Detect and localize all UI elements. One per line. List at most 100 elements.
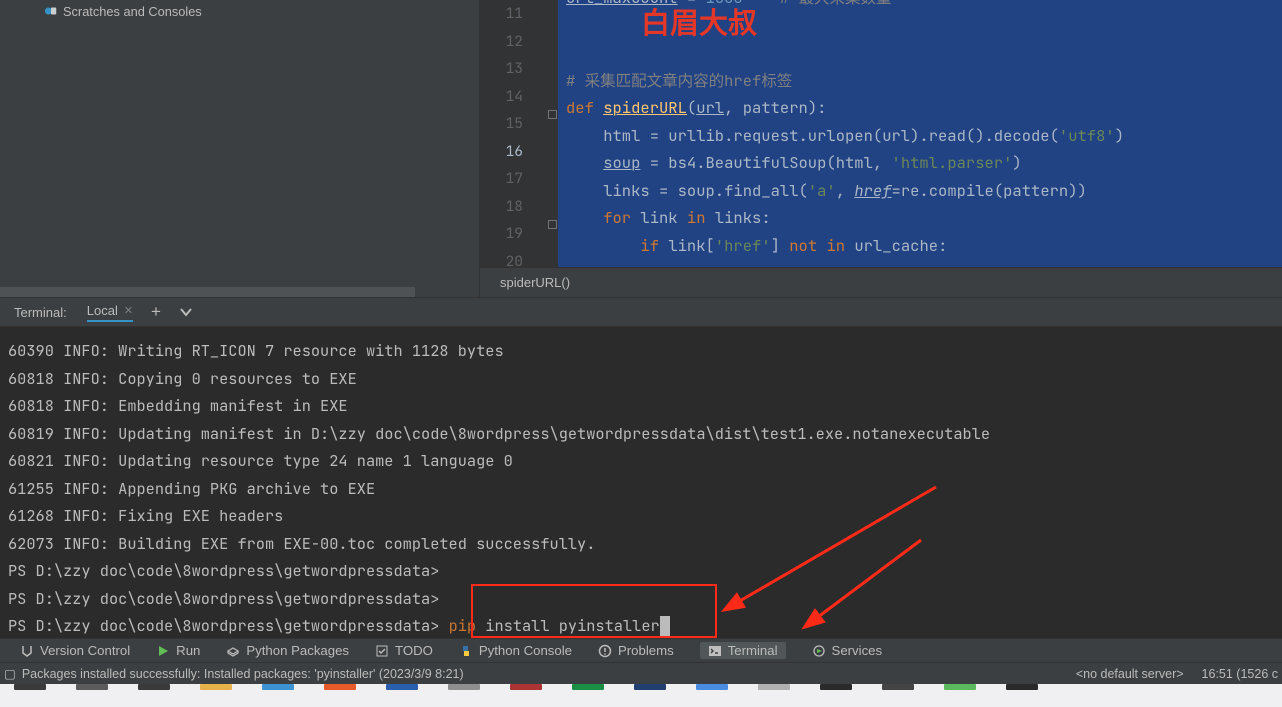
chevron-down-icon[interactable]	[179, 305, 193, 319]
terminal-line: 61268 INFO: Fixing EXE headers	[8, 502, 1274, 530]
taskbar-item[interactable]	[262, 684, 294, 690]
tool-label: Python Packages	[246, 643, 349, 658]
terminal-icon	[708, 644, 722, 658]
terminal-line: 60390 INFO: Writing RT_ICON 7 resource w…	[8, 337, 1274, 365]
tool-python-packages[interactable]: Python Packages	[226, 643, 349, 658]
tool-label: Run	[176, 643, 200, 658]
gutter-line-number: 13	[480, 55, 558, 83]
os-taskbar[interactable]	[0, 684, 1282, 707]
taskbar-item[interactable]	[448, 684, 480, 690]
scratches-icon	[44, 4, 58, 18]
code-line[interactable]: url_maxCount = 1000 # 最大采集数量	[558, 0, 1282, 12]
terminal-line: 62073 INFO: Building EXE from EXE-00.toc…	[8, 530, 1274, 558]
terminal-output[interactable]: 60390 INFO: Writing RT_ICON 7 resource w…	[0, 327, 1282, 638]
close-icon[interactable]: ✕	[124, 304, 133, 317]
sidebar-item-label: Scratches and Consoles	[63, 4, 202, 19]
tool-python-console[interactable]: Python Console	[459, 643, 572, 658]
code-line[interactable]: # 采集匹配文章内容的href标签	[558, 67, 1282, 95]
tool-label: Problems	[618, 643, 674, 658]
services-icon	[812, 644, 826, 658]
taskbar-item[interactable]	[572, 684, 604, 690]
terminal-line: PS D:\zzy doc\code\8wordpress\getwordpre…	[8, 585, 1274, 613]
tool-window-bar[interactable]: Version Control Run Python Packages TODO…	[0, 638, 1282, 662]
tool-label: Terminal	[728, 643, 778, 658]
tool-problems[interactable]: Problems	[598, 643, 674, 658]
editor-selection-area[interactable]: url_maxCount = 1000 # 最大采集数量 # 采集匹配文章内容的…	[558, 0, 1282, 267]
status-message: Packages installed successfully: Install…	[22, 667, 464, 681]
status-bar[interactable]: ▢ Packages installed successfully: Insta…	[0, 662, 1282, 684]
play-icon	[156, 644, 170, 658]
terminal-line: 60818 INFO: Copying 0 resources to EXE	[8, 365, 1274, 393]
terminal-line: 60818 INFO: Embedding manifest in EXE	[8, 392, 1274, 420]
gutter-line-number: 11	[480, 0, 558, 28]
taskbar-item[interactable]	[944, 684, 976, 690]
gutter-line-number: 18	[480, 193, 558, 221]
taskbar-item[interactable]	[200, 684, 232, 690]
tool-version-control[interactable]: Version Control	[20, 643, 130, 658]
code-line[interactable]: for link in links:	[558, 204, 1282, 232]
code-line[interactable]: soup = bs4.BeautifulSoup(html, 'html.par…	[558, 149, 1282, 177]
taskbar-item[interactable]	[76, 684, 108, 690]
tool-label: Version Control	[40, 643, 130, 658]
code-line[interactable]: links = soup.find_all('a', href=re.compi…	[558, 177, 1282, 205]
breadcrumb[interactable]: spiderURL()	[480, 267, 1282, 297]
sidebar-scrollbar-thumb[interactable]	[0, 287, 415, 297]
taskbar-item[interactable]	[14, 684, 46, 690]
taskbar-item[interactable]	[510, 684, 542, 690]
taskbar-item[interactable]	[820, 684, 852, 690]
code-line[interactable]	[558, 39, 1282, 67]
terminal-panel[interactable]: Terminal: Local ✕ + 60390 INFO: Writing …	[0, 297, 1282, 638]
terminal-title: Terminal:	[14, 305, 67, 320]
gutter-line-number: 12	[480, 28, 558, 56]
fold-minus-icon[interactable]	[548, 220, 557, 229]
gutter-line-number: 14	[480, 83, 558, 111]
terminal-tab-local[interactable]: Local ✕	[87, 303, 133, 322]
taskbar-item[interactable]	[324, 684, 356, 690]
tool-services[interactable]: Services	[812, 643, 883, 658]
tool-todo[interactable]: TODO	[375, 643, 433, 658]
add-terminal-button[interactable]: +	[151, 302, 161, 322]
taskbar-item[interactable]	[634, 684, 666, 690]
gutter-line-number: 17	[480, 165, 558, 193]
tool-label: TODO	[395, 643, 433, 658]
taskbar-item[interactable]	[696, 684, 728, 690]
sidebar-item-scratches[interactable]: Scratches and Consoles	[0, 2, 479, 20]
taskbar-item[interactable]	[386, 684, 418, 690]
terminal-tab-label: Local	[87, 303, 118, 318]
code-line[interactable]: html = urllib.request.urlopen(url).read(…	[558, 122, 1282, 150]
code-line[interactable]: if link['href'] not in url_cache:	[558, 232, 1282, 260]
editor-gutter: 11 12 13 14 15 16 17 18 19 20	[480, 0, 558, 267]
terminal-line: 61255 INFO: Appending PKG archive to EXE	[8, 475, 1274, 503]
breadcrumb-item[interactable]: spiderURL()	[500, 275, 570, 290]
python-icon	[459, 644, 473, 658]
problems-icon	[598, 644, 612, 658]
tool-terminal[interactable]: Terminal	[700, 642, 786, 659]
gutter-line-number: 19	[480, 220, 558, 248]
taskbar-item[interactable]	[882, 684, 914, 690]
terminal-tab-bar[interactable]: Terminal: Local ✕ +	[0, 297, 1282, 327]
taskbar-item[interactable]	[758, 684, 790, 690]
tool-label: Services	[832, 643, 883, 658]
code-line[interactable]	[558, 12, 1282, 40]
terminal-input-line[interactable]: PS D:\zzy doc\code\8wordpress\getwordpre…	[8, 612, 1274, 638]
vcs-icon	[20, 644, 34, 658]
code-line[interactable]: def spiderURL(url, pattern):	[558, 94, 1282, 122]
terminal-line: 60821 INFO: Updating resource type 24 na…	[8, 447, 1274, 475]
todo-icon	[375, 644, 389, 658]
taskbar-item[interactable]	[1006, 684, 1038, 690]
tool-label: Python Console	[479, 643, 572, 658]
gutter-line-number: 15	[480, 110, 558, 138]
status-caret-position[interactable]: 16:51 (1526 c	[1202, 667, 1278, 681]
terminal-line: 60819 INFO: Updating manifest in D:\zzy …	[8, 420, 1274, 448]
terminal-caret	[660, 616, 670, 636]
tool-run[interactable]: Run	[156, 643, 200, 658]
terminal-line: PS D:\zzy doc\code\8wordpress\getwordpre…	[8, 557, 1274, 585]
sidebar-horizontal-scrollbar[interactable]	[0, 287, 479, 297]
sidebar-panel[interactable]: Scratches and Consoles	[0, 0, 480, 297]
gutter-line-number-current: 16	[480, 138, 558, 166]
status-server[interactable]: <no default server>	[1076, 667, 1184, 681]
fold-minus-icon[interactable]	[548, 110, 557, 119]
taskbar-item[interactable]	[138, 684, 170, 690]
status-expand-icon[interactable]: ▢	[4, 666, 16, 681]
editor-panel[interactable]: 11 12 13 14 15 16 17 18 19 20 url_maxCou…	[480, 0, 1282, 297]
